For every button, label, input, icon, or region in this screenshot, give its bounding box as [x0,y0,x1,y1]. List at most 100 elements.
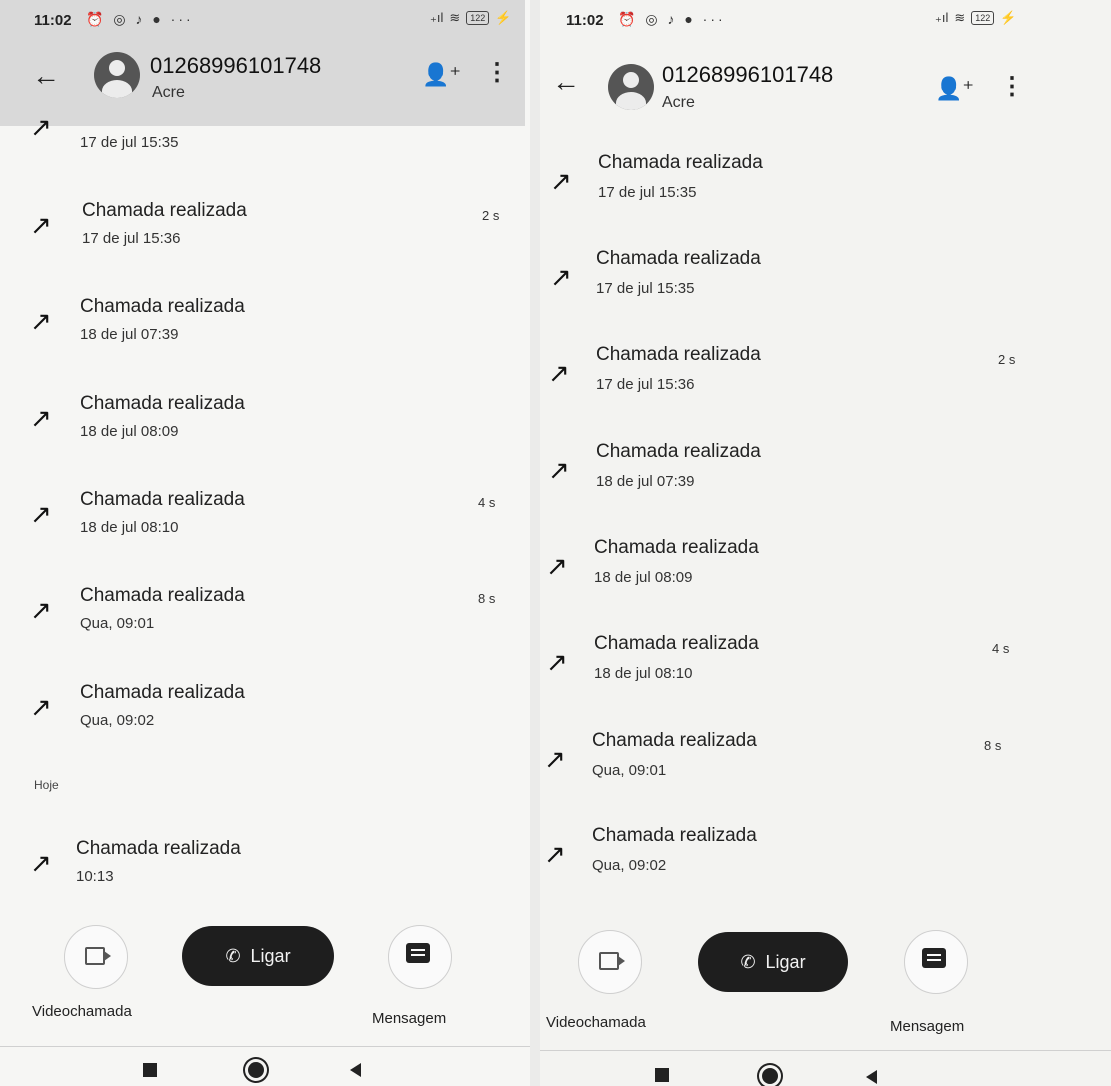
list-item[interactable]: ↗ Chamada realizada 18 de jul 08:09 [540,537,1111,607]
list-item[interactable]: ↗ Chamada realizada 17 de jul 15:35 [540,248,1111,318]
videocam-icon [599,952,625,970]
outgoing-call-arrow-icon: ↗ [30,210,52,240]
call-title: Chamada realizada [596,441,761,462]
call-date: Qua, 09:01 [80,615,155,632]
list-item[interactable]: ↗ Chamada realizada 18 de jul 08:10 4 s [0,485,530,555]
message-icon [922,948,946,968]
call-button-label: Ligar [765,951,806,972]
recents-nav-icon[interactable] [143,1063,157,1077]
video-call-label: Videochamada [546,1014,646,1031]
nav-divider [540,1050,1111,1051]
outgoing-call-arrow-icon: ↗ [30,692,52,722]
avatar [608,64,654,110]
right-phone-screen: 11:02 ⏰ ◎ ♪ ● ··· ₊ıl ≋ 122 ⚡ ← 01268996… [540,0,1111,1086]
outgoing-call-arrow-icon: ↗ [30,403,52,433]
call-date: 18 de jul 08:10 [594,665,693,682]
status-time: 11:02 [34,12,72,29]
list-item[interactable]: ↗ Chamada realizada 10:13 [0,834,530,904]
call-title: Chamada realizada [80,682,245,703]
list-item[interactable]: ↗ Chamada realizada Qua, 09:02 [0,678,530,748]
home-nav-icon[interactable] [762,1068,778,1084]
call-title: Chamada realizada [80,296,245,317]
charging-icon: ⚡ [495,10,512,25]
call-date: Qua, 09:02 [80,712,155,729]
person-add-icon[interactable]: 👤⁺ [422,62,461,88]
outgoing-call-arrow-icon: ↗ [30,848,52,878]
back-nav-icon[interactable] [866,1070,877,1084]
call-duration: 2 s [998,352,1016,367]
list-item[interactable]: ↗ Chamada realizada 17 de jul 15:35 [540,152,1111,222]
contact-number: 01268996101748 [662,62,834,87]
call-date: 17 de jul 15:35 [80,134,179,151]
outgoing-call-arrow-icon: ↗ [546,647,568,677]
message-button[interactable] [388,925,452,989]
call-title: Chamada realizada [594,633,759,654]
contact-subtitle: Acre [152,84,185,101]
list-item[interactable]: ↗ Chamada realizada 18 de jul 07:39 [540,441,1111,511]
outgoing-call-arrow-icon: ↗ [30,499,52,529]
recents-nav-icon[interactable] [655,1068,669,1082]
call-duration: 4 s [478,495,496,510]
wifi-icon: ≋ [449,10,461,25]
left-phone-screen: 11:02 ⏰ ◎ ♪ ● ··· ₊ıl ≋ 122 ⚡ ← 01268996… [0,0,530,1086]
list-item[interactable]: ↗ Chamada realizada Qua, 09:01 8 s [0,581,530,651]
status-notification-icons: ⏰ ◎ ♪ ● ··· [86,11,194,27]
panel-divider [530,0,540,1086]
call-title: Chamada realizada [80,585,245,606]
app-bar: ← 01268996101748 Acre 👤⁺ ⋮ [540,40,1111,126]
call-date: 17 de jul 15:36 [596,376,695,393]
arrow-left-icon[interactable]: ← [552,66,580,98]
charging-icon: ⚡ [1000,10,1017,25]
call-title: Chamada realizada [592,825,757,846]
battery-icon: 122 [466,11,490,25]
message-button[interactable] [904,930,968,994]
call-title: Chamada realizada [592,730,757,751]
call-duration: 2 s [482,208,500,223]
status-notification-icons: ⏰ ◎ ♪ ● ··· [618,11,726,27]
call-date: Qua, 09:02 [592,857,667,874]
call-duration: 8 s [984,738,1002,753]
outgoing-call-arrow-icon: ↗ [30,112,52,142]
call-duration: 8 s [478,591,496,606]
more-vert-icon[interactable]: ⋮ [485,58,509,87]
list-item[interactable]: ↗ Chamada realizada Qua, 09:02 [540,825,1111,895]
outgoing-call-arrow-icon: ↗ [548,358,570,388]
list-item[interactable]: ↗ Chamada realizada 17 de jul 15:36 2 s [540,344,1111,414]
phone-icon: ✆ [740,951,756,972]
outgoing-call-arrow-icon: ↗ [550,262,572,292]
list-item[interactable]: ↗ Chamada realizada 18 de jul 08:09 [0,389,530,459]
arrow-left-icon[interactable]: ← [32,60,60,92]
list-item[interactable]: ↗ 17 de jul 15:35 [0,104,530,174]
signal-icon: ₊ıl [430,10,444,25]
video-call-button[interactable] [578,930,642,994]
signal-icon: ₊ıl [935,10,949,25]
call-title: Chamada realizada [80,393,245,414]
call-duration: 4 s [992,641,1010,656]
avatar [94,52,140,98]
call-button[interactable]: ✆ Ligar [182,926,334,986]
call-title: Chamada realizada [594,537,759,558]
call-date: 18 de jul 08:09 [594,569,693,586]
list-item[interactable]: ↗ Chamada realizada 18 de jul 07:39 [0,292,530,362]
more-vert-icon[interactable]: ⋮ [1000,72,1024,101]
wifi-icon: ≋ [954,10,966,25]
call-date: 17 de jul 15:36 [82,230,181,247]
call-button[interactable]: ✆ Ligar [698,932,848,992]
list-item[interactable]: ↗ Chamada realizada Qua, 09:01 8 s [540,730,1111,800]
person-add-icon[interactable]: 👤⁺ [935,76,974,102]
call-date: 17 de jul 15:35 [596,280,695,297]
call-title: Chamada realizada [80,489,245,510]
message-label: Mensagem [890,1018,965,1035]
list-item[interactable]: ↗ Chamada realizada 18 de jul 08:10 4 s [540,633,1111,703]
section-header-today: Hoje [34,778,59,792]
home-nav-icon[interactable] [248,1062,264,1078]
outgoing-call-arrow-icon: ↗ [30,595,52,625]
list-item[interactable]: ↗ Chamada realizada 17 de jul 15:36 2 s [0,196,530,266]
call-title: Chamada realizada [76,838,241,859]
back-nav-icon[interactable] [350,1063,361,1077]
video-call-button[interactable] [64,925,128,989]
call-button-label: Ligar [250,945,291,966]
outgoing-call-arrow-icon: ↗ [546,551,568,581]
contact-number: 01268996101748 [150,53,322,78]
outgoing-call-arrow-icon: ↗ [544,839,566,869]
